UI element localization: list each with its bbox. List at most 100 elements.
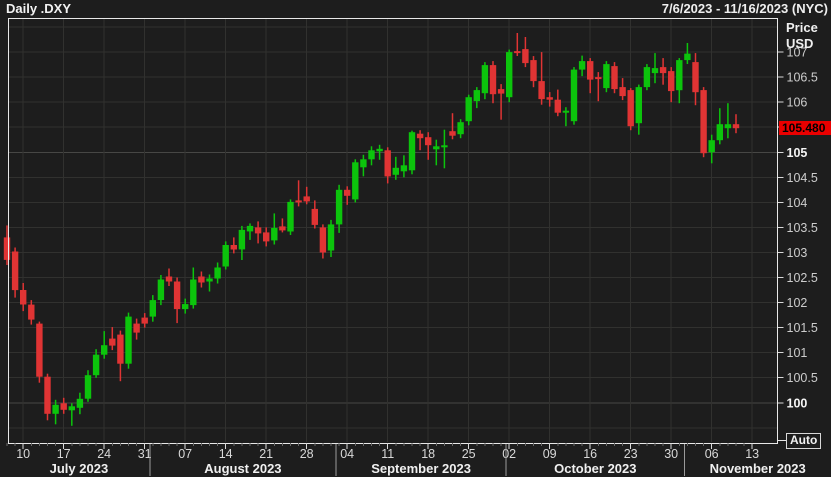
date-tick-label: 18 bbox=[421, 447, 435, 461]
candle bbox=[627, 88, 634, 131]
candle bbox=[457, 119, 464, 139]
candle bbox=[570, 67, 578, 125]
candle bbox=[368, 146, 375, 166]
candle bbox=[28, 300, 35, 325]
time-axis[interactable]: 10 17 24 31 07 14 21 28 04 11 18 25 02 09 16 23 30 06 13Ju… bbox=[6, 443, 806, 476]
date-tick-label: 16 bbox=[583, 447, 597, 461]
date-tick-label: 24 bbox=[97, 447, 111, 461]
candle bbox=[222, 241, 229, 270]
price-axis-unit-price: Price bbox=[786, 20, 818, 35]
candle bbox=[506, 49, 513, 103]
candles bbox=[3, 33, 740, 426]
candle bbox=[117, 330, 124, 382]
candle bbox=[416, 130, 424, 151]
candle bbox=[587, 58, 594, 94]
vertical-gridlines bbox=[22, 19, 753, 442]
candle bbox=[165, 268, 173, 286]
candle bbox=[149, 295, 156, 322]
price-tick-label: 101.5 bbox=[787, 321, 818, 335]
candle bbox=[684, 43, 691, 64]
candle bbox=[125, 312, 132, 369]
last-price-label: 105.480 bbox=[779, 121, 831, 135]
candle bbox=[676, 58, 683, 104]
month-label: November 2023 bbox=[710, 461, 806, 476]
date-tick-label: 21 bbox=[259, 447, 273, 461]
candle bbox=[214, 262, 221, 284]
date-tick-label: 30 bbox=[664, 447, 678, 461]
candle bbox=[11, 247, 19, 298]
chart-title: Daily .DXY bbox=[6, 1, 72, 16]
candle bbox=[60, 397, 67, 414]
candle bbox=[352, 159, 359, 203]
candle bbox=[101, 331, 108, 359]
candle bbox=[271, 213, 278, 245]
date-tick-label: 14 bbox=[219, 447, 233, 461]
date-tick-label: 28 bbox=[300, 447, 314, 461]
candle bbox=[473, 87, 480, 109]
candle bbox=[238, 225, 246, 260]
candle bbox=[481, 62, 489, 100]
candle bbox=[384, 147, 391, 184]
candle bbox=[198, 271, 205, 288]
candle bbox=[643, 64, 651, 91]
candle bbox=[109, 327, 116, 351]
price-tick-label: 100.5 bbox=[787, 371, 818, 385]
candle bbox=[668, 67, 675, 103]
candle bbox=[335, 184, 343, 233]
candle bbox=[133, 318, 140, 340]
candle bbox=[76, 392, 84, 415]
candle bbox=[400, 155, 408, 178]
candle bbox=[408, 130, 416, 175]
candle bbox=[692, 53, 699, 106]
date-tick-label: 25 bbox=[462, 447, 476, 461]
candle bbox=[708, 134, 715, 164]
candle bbox=[287, 199, 294, 235]
candle bbox=[392, 156, 399, 180]
candle bbox=[246, 223, 254, 240]
candle bbox=[425, 132, 432, 160]
candle bbox=[263, 227, 270, 247]
price-tick-label: 106.5 bbox=[787, 71, 818, 85]
candle bbox=[173, 277, 181, 324]
candle bbox=[20, 283, 27, 312]
candle bbox=[562, 107, 570, 127]
date-tick-label: 11 bbox=[381, 447, 394, 461]
date-tick-label: 07 bbox=[178, 447, 192, 461]
candle bbox=[554, 89, 561, 117]
candle bbox=[578, 55, 586, 77]
price-tick-label: 104 bbox=[787, 196, 808, 210]
candle bbox=[327, 219, 335, 257]
price-tick-label: 103.5 bbox=[787, 221, 818, 235]
price-tick-label: 102.5 bbox=[787, 271, 818, 285]
candlestick-chart[interactable]: 107 106.5 106 105 104.5 104 103.5 103 102.5 102 10… bbox=[0, 0, 831, 477]
candle bbox=[732, 114, 740, 134]
candle bbox=[36, 321, 43, 383]
candle bbox=[190, 267, 197, 309]
candle bbox=[68, 403, 75, 426]
date-range-label: 7/6/2023 - 11/16/2023 (NYC) bbox=[661, 1, 828, 16]
date-tick-label: 10 bbox=[16, 447, 30, 461]
candle bbox=[659, 58, 667, 85]
candle bbox=[489, 61, 497, 104]
candle bbox=[595, 72, 602, 102]
date-tick-label: 04 bbox=[340, 447, 354, 461]
price-tick-label: 106 bbox=[787, 96, 808, 110]
candle bbox=[514, 33, 521, 56]
month-label: July 2023 bbox=[50, 461, 109, 476]
candle bbox=[465, 94, 472, 126]
date-tick-label: 02 bbox=[502, 447, 516, 461]
candle bbox=[449, 113, 456, 140]
chart-window: 107 106.5 106 105 104.5 104 103.5 103 102.5 102 10… bbox=[0, 0, 831, 477]
candle bbox=[311, 200, 318, 229]
price-tick-label: 101 bbox=[787, 346, 808, 360]
horizontal-gridlines bbox=[9, 26, 777, 429]
candle bbox=[3, 225, 11, 265]
candle bbox=[319, 224, 327, 259]
candle bbox=[44, 373, 51, 421]
auto-scale-button[interactable]: Auto bbox=[786, 433, 822, 449]
price-axis[interactable]: 107106.5106105104.5104103.5103102.510210… bbox=[778, 46, 818, 411]
price-tick-label: 104.5 bbox=[787, 171, 818, 185]
candle bbox=[651, 53, 659, 84]
price-tick-label: 105 bbox=[787, 146, 808, 160]
candle bbox=[182, 298, 189, 314]
